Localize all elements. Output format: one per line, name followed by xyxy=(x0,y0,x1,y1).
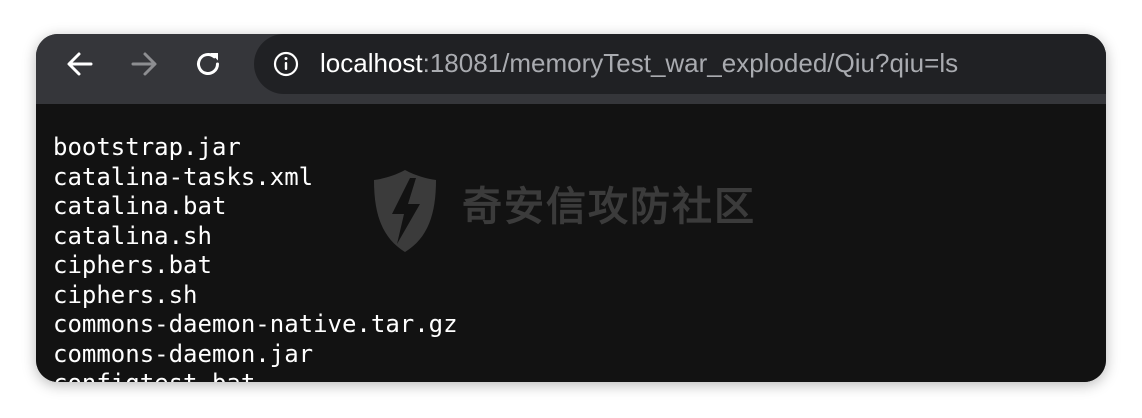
arrow-left-icon xyxy=(67,52,93,76)
page-content: bootstrap.jar catalina-tasks.xml catalina.… xyxy=(36,104,1106,382)
info-circle-icon[interactable] xyxy=(272,50,300,78)
file-entry: configtest.bat xyxy=(53,369,458,382)
watermark: 奇安信攻防社区 xyxy=(370,166,790,256)
watermark-text: 奇安信攻防社区 xyxy=(462,184,756,230)
reload-button[interactable] xyxy=(188,44,228,84)
file-entry: bootstrap.jar xyxy=(53,133,241,161)
url-host: localhost xyxy=(320,48,423,78)
reload-icon xyxy=(197,53,219,75)
browser-window: localhost:18081/memoryTest_war_exploded/… xyxy=(36,34,1106,382)
url-path: :18081/memoryTest_war_exploded/Qiu?qiu=l… xyxy=(422,48,959,78)
url-text[interactable]: localhost:18081/memoryTest_war_exploded/… xyxy=(320,47,958,79)
file-entry: commons-daemon-native.tar.gz xyxy=(53,310,458,338)
back-button[interactable] xyxy=(60,44,100,84)
address-bar[interactable]: localhost:18081/memoryTest_war_exploded/… xyxy=(254,34,1106,94)
forward-button[interactable] xyxy=(124,44,164,84)
file-entry: ciphers.sh xyxy=(53,280,198,309)
arrow-right-icon xyxy=(131,52,157,76)
browser-toolbar: localhost:18081/memoryTest_war_exploded/… xyxy=(36,34,1106,104)
lightning-shield-logo xyxy=(374,170,436,252)
file-entry: commons-daemon.jar xyxy=(53,339,314,368)
